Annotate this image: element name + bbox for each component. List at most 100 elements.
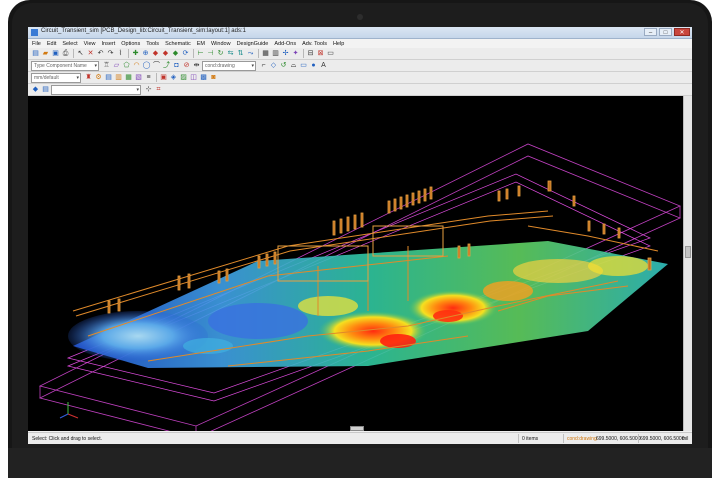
menu-adv-tools[interactable]: Adv. Tools (302, 41, 327, 47)
menu-file[interactable]: File (32, 41, 41, 47)
zoom-in-icon[interactable]: ⊕ (141, 49, 150, 58)
vertical-scroll-thumb[interactable] (685, 246, 691, 258)
menu-select[interactable]: Select (62, 41, 77, 47)
zoom-area-icon[interactable]: ◆ (161, 49, 170, 58)
component-library-icon[interactable]: ♖ (102, 61, 111, 70)
status-items-count: 0 items (522, 436, 539, 442)
status-coordinate-1: 699.5000, 606.5000 (596, 436, 641, 442)
snap-icon[interactable]: ⊹ (144, 85, 153, 94)
route-icon[interactable]: ⤳ (246, 49, 255, 58)
menu-help[interactable]: Help (333, 41, 344, 47)
ground-icon[interactable]: ⊠ (316, 49, 325, 58)
arc-icon[interactable]: ◠ (132, 61, 141, 70)
redo-icon[interactable]: ↷ (106, 49, 115, 58)
menu-designguide[interactable]: DesignGuide (237, 41, 269, 47)
draw-text-icon[interactable]: A (319, 61, 328, 70)
webcam (357, 14, 363, 20)
circle-icon[interactable]: ◯ (142, 61, 151, 70)
flip-icon[interactable]: ⇅ (236, 49, 245, 58)
chevron-down-icon: ▾ (76, 74, 79, 81)
report-icon[interactable]: ≡ (144, 73, 153, 82)
minimize-button[interactable]: – (644, 28, 657, 36)
component-search-input[interactable]: Type Component Name ▾ (31, 60, 99, 71)
open-folder-icon[interactable]: ▰ (41, 49, 50, 58)
menu-view[interactable]: View (84, 41, 96, 47)
status-hint: Select: Click and drag to select. (32, 436, 103, 442)
menu-tools[interactable]: Tools (146, 41, 159, 47)
print-icon[interactable]: ⎙ (61, 49, 70, 58)
rotate-icon[interactable]: ↻ (216, 49, 225, 58)
port-icon[interactable]: ✦ (291, 49, 300, 58)
draw-path-icon[interactable]: ⌐ (259, 61, 268, 70)
filter-icon[interactable]: ◆ (31, 85, 40, 94)
drc-icon[interactable]: ▣ (159, 73, 168, 82)
layout-canvas[interactable] (28, 96, 683, 431)
3d-view-icon[interactable]: ◈ (169, 73, 178, 82)
em-setup-icon[interactable]: ⚙ (94, 73, 103, 82)
title-bar[interactable]: Circuit_Transient_sim [PCB_Design_lib:Ci… (28, 27, 692, 39)
search-icon[interactable]: ▤ (41, 85, 50, 94)
zoom-out-icon[interactable]: ◆ (171, 49, 180, 58)
mirror-icon[interactable]: ⇆ (226, 49, 235, 58)
status-units: mil (682, 436, 689, 442)
highlight-icon[interactable]: ◙ (209, 73, 218, 82)
zoom-fit-icon[interactable]: ◆ (151, 49, 160, 58)
draw-curve-icon[interactable]: ⌓ (289, 61, 298, 70)
insert-wire-icon[interactable]: ⌇ (116, 49, 125, 58)
close-button[interactable]: ✕ (674, 28, 690, 36)
save-icon[interactable]: ▣ (51, 49, 60, 58)
simulate-icon[interactable]: ♜ (84, 73, 93, 82)
menu-add-ons[interactable]: Add-Ons (274, 41, 296, 47)
menu-schematic[interactable]: Schematic (165, 41, 191, 47)
menu-window[interactable]: Window (211, 41, 231, 47)
dimension-icon[interactable]: ⇹ (192, 61, 201, 70)
units-select[interactable]: mm/default ▾ (31, 72, 81, 83)
units-toolbar: mm/default ▾ ♜ ⚙ ▤ ▥ ▦ ▧ ≡ ▣ ◈ ▨ ◫ ▩ ◙ (28, 72, 692, 84)
draw-polygon-icon[interactable]: ◇ (269, 61, 278, 70)
menu-edit[interactable]: Edit (47, 41, 56, 47)
text-icon[interactable]: ▭ (326, 49, 335, 58)
menu-options[interactable]: Options (121, 41, 140, 47)
pad-icon[interactable]: ◘ (172, 61, 181, 70)
draw-rect-icon[interactable]: ▭ (299, 61, 308, 70)
export-icon[interactable]: ▨ (179, 73, 188, 82)
polygon-icon[interactable]: ⬠ (122, 61, 131, 70)
draw-arc-icon[interactable]: ↺ (279, 61, 288, 70)
draw-circle-icon[interactable]: ● (309, 61, 318, 70)
ports-icon[interactable]: ▥ (114, 73, 123, 82)
component-toolbar: Type Component Name ▾ ♖ ▱ ⬠ ◠ ◯ ⌒ ⤴ ◘ ⊘ … (28, 60, 692, 72)
align-right-icon[interactable]: ⊣ (206, 49, 215, 58)
polyline-icon[interactable]: ⌒ (152, 61, 161, 70)
display-icon[interactable]: ▩ (199, 73, 208, 82)
command-input[interactable]: ▾ (51, 84, 141, 95)
substrate-icon[interactable]: ▤ (104, 73, 113, 82)
layer-settings-icon[interactable]: ◫ (189, 73, 198, 82)
grid-icon[interactable]: ▦ (261, 49, 270, 58)
align-left-icon[interactable]: ⊢ (196, 49, 205, 58)
vertical-scrollbar[interactable] (683, 96, 692, 431)
via-icon[interactable]: ✢ (281, 49, 290, 58)
pin-icon[interactable]: ⊟ (306, 49, 315, 58)
menu-em[interactable]: EM (197, 41, 205, 47)
layer-view-icon[interactable]: ▥ (271, 49, 280, 58)
clear-selection-icon[interactable]: ⌗ (154, 85, 163, 94)
status-bar: Select: Click and drag to select. 0 item… (28, 432, 692, 444)
move-icon[interactable]: ✚ (131, 49, 140, 58)
refresh-icon[interactable]: ⟳ (181, 49, 190, 58)
monitor-chin (8, 448, 712, 478)
trace-icon[interactable]: ⤴ (162, 61, 171, 70)
mesh-icon[interactable]: ▦ (124, 73, 133, 82)
delete-icon[interactable]: ✕ (86, 49, 95, 58)
menu-insert[interactable]: Insert (101, 41, 115, 47)
axis-triad-icon (59, 402, 79, 419)
keepout-icon[interactable]: ⊘ (182, 61, 191, 70)
results-icon[interactable]: ▧ (134, 73, 143, 82)
pointer-icon[interactable]: ↖ (76, 49, 85, 58)
pcb-3d-view (38, 143, 682, 431)
undo-icon[interactable]: ↶ (96, 49, 105, 58)
horizontal-scroll-thumb[interactable] (350, 426, 364, 431)
layer-select[interactable]: cond:drawing ▾ (202, 60, 256, 71)
new-file-icon[interactable]: ▤ (31, 49, 40, 58)
rectangle-icon[interactable]: ▱ (112, 61, 121, 70)
maximize-button[interactable]: □ (659, 28, 672, 36)
